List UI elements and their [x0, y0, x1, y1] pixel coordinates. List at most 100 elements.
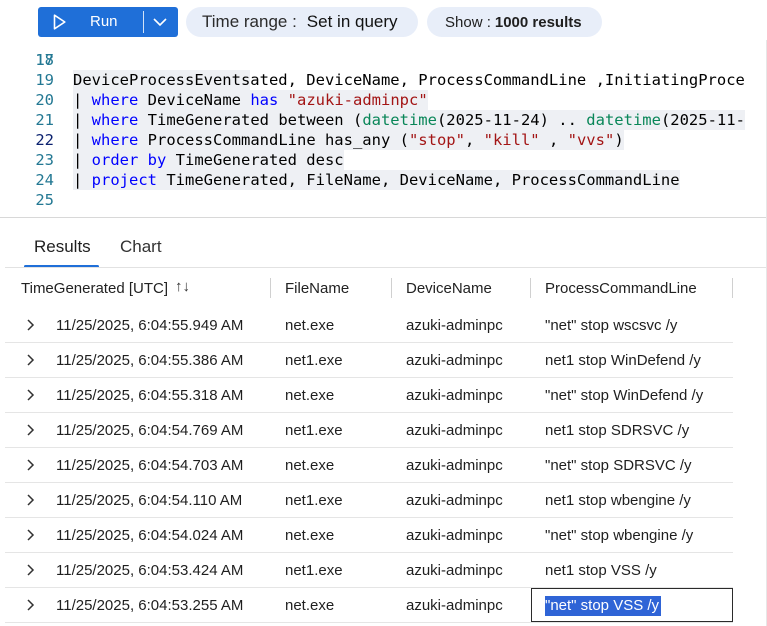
table-row[interactable]: 11/25/2025, 6:04:54.110 AM net1.exe azuki-…	[5, 483, 733, 518]
chevron-right-icon[interactable]	[26, 458, 36, 472]
code-token: ,	[539, 131, 568, 149]
cell-timegenerated[interactable]: 11/25/2025, 6:04:54.024 AM	[56, 526, 243, 546]
code-token: |	[73, 91, 92, 109]
code-line-partial: 17 | project TimeGenerated, DeviceName, …	[0, 40, 767, 89]
play-icon	[53, 14, 66, 30]
table-row[interactable]: 11/25/2025, 6:04:53.424 AM net1.exe azuki-…	[5, 553, 733, 588]
cell-processcommandline[interactable]: "net" stop wscsvc /y	[545, 316, 677, 336]
cell-devicename[interactable]: azuki-adminpc	[406, 316, 503, 336]
cell-timegenerated[interactable]: 11/25/2025, 6:04:53.424 AM	[56, 561, 243, 581]
cell-processcommandline[interactable]: net1 stop SDRSVC /y	[545, 421, 689, 441]
cell-processcommandline[interactable]: "net" stop WinDefend /y	[545, 386, 703, 406]
sort-icon[interactable]: ↑↓	[175, 278, 190, 295]
cell-timegenerated[interactable]: 11/25/2025, 6:04:54.703 AM	[56, 456, 243, 476]
code-token: where	[91, 91, 139, 109]
cell-timegenerated[interactable]: 11/25/2025, 6:04:55.949 AM	[56, 316, 243, 336]
code-text: | project TimeGenerated, FileName, Devic…	[73, 170, 680, 190]
cell-timegenerated[interactable]: 11/25/2025, 6:04:55.318 AM	[56, 386, 243, 406]
cell-devicename[interactable]: azuki-adminpc	[406, 596, 503, 616]
table-row[interactable]: 11/25/2025, 6:04:55.318 AM net.exe azuki-a…	[5, 378, 733, 413]
code-token: "stop"	[408, 131, 465, 149]
chevron-down-icon[interactable]	[151, 13, 169, 31]
cell-devicename[interactable]: azuki-adminpc	[406, 491, 503, 511]
cell-timegenerated[interactable]: 11/25/2025, 6:04:54.110 AM	[56, 491, 242, 511]
cell-processcommandline[interactable]: "net" stop SDRSVC /y	[545, 456, 692, 476]
result-limit-picker[interactable]: Show : 1000 results	[427, 7, 602, 37]
cell-filename[interactable]: net1.exe	[285, 421, 343, 441]
cell-devicename[interactable]: azuki-adminpc	[406, 561, 503, 581]
show-value: 1000 results	[494, 13, 582, 31]
code-token: |	[73, 151, 92, 169]
result-tabs: Results Chart	[0, 226, 767, 268]
cell-processcommandline[interactable]: "net" stop wbengine /y	[545, 526, 693, 546]
cell-filename[interactable]: net1.exe	[285, 561, 343, 581]
cell-filename[interactable]: net.exe	[285, 316, 334, 336]
chevron-right-icon[interactable]	[26, 388, 36, 402]
cell-filename[interactable]: net.exe	[285, 386, 334, 406]
column-header-devicename[interactable]: DeviceName	[406, 279, 492, 299]
column-separator[interactable]	[391, 278, 392, 298]
code-text: | where ProcessCommandLine has_any ("sto…	[73, 130, 624, 150]
cell-processcommandline[interactable]: net1 stop VSS /y	[545, 561, 657, 581]
chevron-right-icon[interactable]	[26, 563, 36, 577]
grid-header: TimeGenerated [UTC] ↑↓ FileName DeviceNa…	[5, 268, 767, 308]
cell-timegenerated[interactable]: 11/25/2025, 6:04:54.769 AM	[56, 421, 243, 441]
line-number: 24	[35, 171, 54, 189]
table-row[interactable]: 11/25/2025, 6:04:55.949 AM net.exe azuki-a…	[5, 308, 733, 343]
tab-results[interactable]: Results	[34, 237, 91, 257]
cell-filename[interactable]: net.exe	[285, 526, 334, 546]
cell-devicename[interactable]: azuki-adminpc	[406, 386, 503, 406]
column-separator[interactable]	[270, 278, 271, 298]
cell-filename[interactable]: net1.exe	[285, 491, 343, 511]
column-separator[interactable]	[732, 278, 733, 298]
table-row[interactable]: 11/25/2025, 6:04:54.703 AM net.exe azuki-a…	[5, 448, 733, 483]
table-row[interactable]: 11/25/2025, 6:04:53.255 AM net.exe azuki-a…	[5, 588, 733, 623]
cell-processcommandline[interactable]: net1 stop WinDefend /y	[545, 351, 701, 371]
cell-filename[interactable]: net.exe	[285, 596, 334, 616]
code-token: (2025-11-24) ..	[436, 111, 587, 129]
table-row[interactable]: 11/25/2025, 6:04:54.769 AM net1.exe azuki-…	[5, 413, 733, 448]
code-line: 24 | project TimeGenerated, FileName, Dev…	[0, 170, 767, 190]
cell-filename[interactable]: net.exe	[285, 456, 334, 476]
column-separator[interactable]	[530, 278, 531, 298]
cell-devicename[interactable]: azuki-adminpc	[406, 421, 503, 441]
run-button[interactable]: Run	[38, 7, 178, 37]
code-token: "azuki-adminpc"	[287, 91, 428, 109]
line-number: 21	[35, 111, 54, 129]
code-token: datetime	[362, 111, 437, 129]
chevron-right-icon[interactable]	[26, 423, 36, 437]
time-range-picker[interactable]: Time range : Set in query	[186, 7, 418, 37]
cell-timegenerated[interactable]: 11/25/2025, 6:04:53.255 AM	[56, 596, 243, 616]
code-token: "kill"	[483, 131, 540, 149]
column-header-filename[interactable]: FileName	[285, 279, 349, 299]
cell-filename[interactable]: net1.exe	[285, 351, 343, 371]
cell-processcommandline[interactable]: net1 stop wbengine /y	[545, 491, 691, 511]
code-token: order by	[91, 151, 167, 169]
code-line: 18	[0, 50, 767, 70]
table-row[interactable]: 11/25/2025, 6:04:54.024 AM net.exe azuki-a…	[5, 518, 733, 553]
cell-devicename[interactable]: azuki-adminpc	[406, 351, 503, 371]
table-row[interactable]: 11/25/2025, 6:04:55.386 AM net1.exe azuki-…	[5, 343, 733, 378]
code-text: | where TimeGenerated between (datetime(…	[73, 110, 745, 130]
code-token: "vvs"	[567, 131, 615, 149]
chevron-right-icon[interactable]	[26, 493, 36, 507]
query-editor[interactable]: 17 | project TimeGenerated, DeviceName, …	[0, 40, 767, 218]
code-token: |	[73, 111, 92, 129]
tab-chart[interactable]: Chart	[120, 237, 162, 257]
query-toolbar: Run Time range : Set in query Show : 100…	[0, 0, 767, 44]
chevron-right-icon[interactable]	[26, 353, 36, 367]
code-token: has	[250, 91, 279, 109]
line-number: 18	[35, 51, 54, 69]
cell-timegenerated[interactable]: 11/25/2025, 6:04:55.386 AM	[56, 351, 243, 371]
chevron-right-icon[interactable]	[26, 318, 36, 332]
cell-devicename[interactable]: azuki-adminpc	[406, 526, 503, 546]
chevron-right-icon[interactable]	[26, 598, 36, 612]
column-header-processcommandline[interactable]: ProcessCommandLine	[545, 279, 697, 299]
cell-devicename[interactable]: azuki-adminpc	[406, 456, 503, 476]
chevron-right-icon[interactable]	[26, 528, 36, 542]
column-header-timegenerated[interactable]: TimeGenerated [UTC]	[21, 279, 168, 299]
code-token: TimeGenerated, FileName, DeviceName, Pro…	[157, 171, 680, 189]
code-token: )	[614, 131, 624, 149]
code-token: project	[91, 171, 157, 189]
